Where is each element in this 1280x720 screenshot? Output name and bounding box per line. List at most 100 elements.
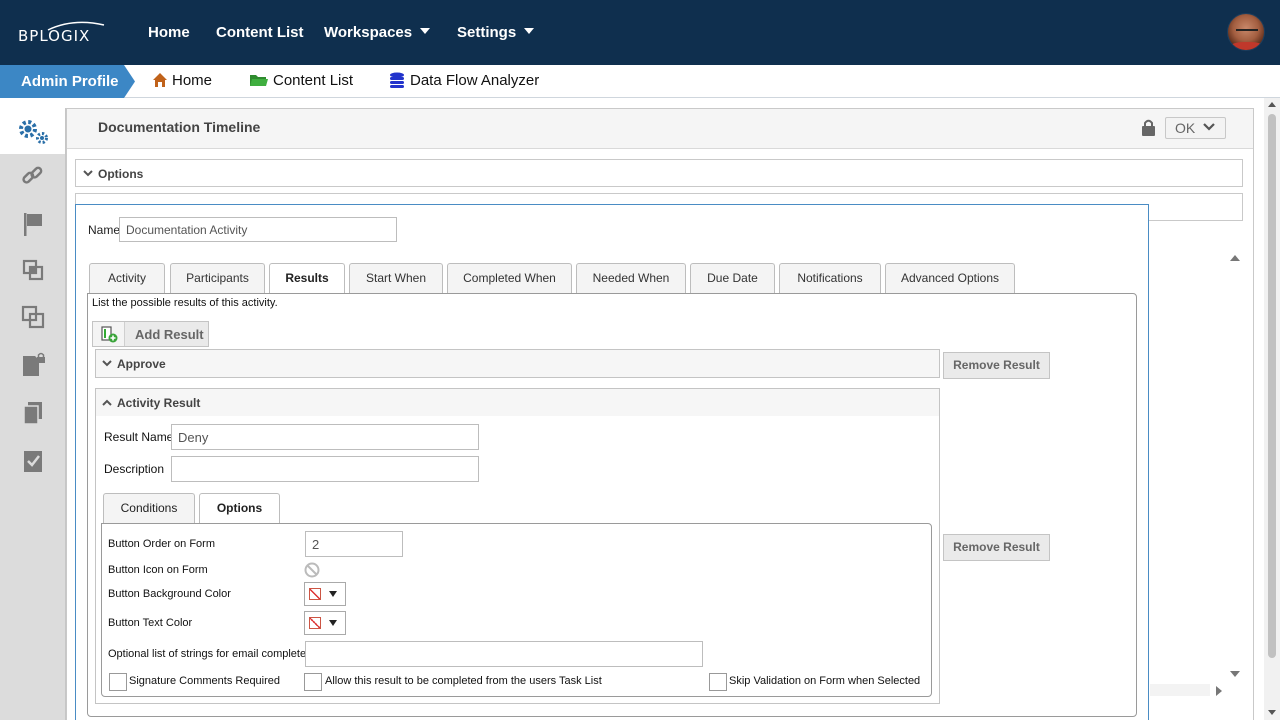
results-hint: List the possible results of this activi… <box>92 297 278 309</box>
result-title: Activity Result <box>117 396 201 410</box>
panel-scroll-down-arrow[interactable] <box>1230 671 1240 677</box>
left-sidebar <box>0 108 66 720</box>
result-options-panel <box>101 523 932 697</box>
sidebar-item-locked-docs[interactable] <box>0 342 65 388</box>
lock-icon[interactable] <box>1141 119 1157 137</box>
user-avatar[interactable] <box>1227 13 1265 51</box>
sidebar-item-tasks[interactable] <box>0 438 65 484</box>
tab-advanced-options[interactable]: Advanced Options <box>885 263 1015 293</box>
tab-start-when[interactable]: Start When <box>349 263 443 293</box>
tab-participants[interactable]: Participants <box>170 263 265 293</box>
gears-icon <box>18 120 48 144</box>
email-strings-input[interactable] <box>305 641 703 667</box>
bg-color-picker[interactable] <box>304 582 346 606</box>
chevron-down-icon <box>83 170 93 177</box>
scroll-down-arrow[interactable] <box>1268 710 1276 715</box>
avatar-shirt <box>1230 42 1264 50</box>
copy-icon <box>22 402 42 425</box>
locked-document-icon <box>22 352 45 376</box>
nav-home[interactable]: Home <box>148 24 190 41</box>
avatar-glasses <box>1236 29 1258 34</box>
no-color-swatch-icon <box>309 617 321 629</box>
nav-settings[interactable]: Settings <box>457 24 535 41</box>
logo-text: BPLOGIX <box>18 27 91 45</box>
remove-result-button-activity-result[interactable]: Remove Result <box>943 534 1050 561</box>
link-icon <box>21 166 42 184</box>
home-icon <box>153 73 167 87</box>
tab-needed-when[interactable]: Needed When <box>576 263 686 293</box>
scrollbar-thumb[interactable] <box>1268 114 1276 658</box>
nested-squares-icon <box>22 259 43 281</box>
ok-button[interactable]: OK <box>1165 117 1226 139</box>
activity-name-input[interactable] <box>119 217 397 242</box>
breadcrumb: Admin Profile Home Content List Data Flo… <box>0 65 1280 98</box>
no-icon-selected-icon[interactable] <box>304 562 320 578</box>
chevron-down-icon <box>102 360 112 367</box>
panel-scroll-right-arrow[interactable] <box>1216 686 1222 696</box>
dropdown-arrow-icon <box>329 591 337 597</box>
signature-comments-checkbox[interactable] <box>109 673 127 691</box>
panel-scroll-up-arrow[interactable] <box>1230 255 1240 261</box>
tab-completed-when[interactable]: Completed When <box>447 263 572 293</box>
description-label: Description <box>104 462 165 476</box>
result-name-label: Result Name <box>104 430 174 444</box>
sidebar-item-subprocess[interactable] <box>0 247 65 293</box>
tab-activity[interactable]: Activity <box>89 263 165 293</box>
crumb-home-label: Home <box>172 72 213 89</box>
crumb-home[interactable]: Home <box>152 72 212 89</box>
crumb-data-flow-analyzer-label: Data Flow Analyzer <box>410 72 540 89</box>
remove-result-button-approve[interactable]: Remove Result <box>943 352 1050 379</box>
panel-horizontal-scrollbar[interactable] <box>1150 684 1210 696</box>
description-input[interactable] <box>171 456 479 482</box>
sidebar-item-milestones[interactable] <box>0 201 65 247</box>
sidebar-item-links[interactable] <box>0 154 65 200</box>
button-order-label: Button Order on Form <box>108 538 215 550</box>
admin-profile-crumb[interactable]: Admin Profile <box>0 65 135 98</box>
allow-task-list-checkbox[interactable] <box>304 673 322 691</box>
bg-color-label: Button Background Color <box>108 588 231 600</box>
signature-comments-label: Signature Comments Required <box>129 675 281 687</box>
options-section[interactable]: Options <box>75 159 1243 187</box>
tab-due-date[interactable]: Due Date <box>690 263 775 293</box>
bplogix-logo[interactable]: BPLOGIX <box>18 20 108 46</box>
skip-validation-label: Skip Validation on Form when Selected <box>729 675 921 687</box>
tab-results[interactable]: Results <box>269 263 345 294</box>
title-bar: Documentation Timeline OK <box>67 109 1253 149</box>
no-color-swatch-icon <box>309 588 321 600</box>
name-label: Name <box>88 223 121 237</box>
add-result-icon-wrap <box>93 322 125 346</box>
button-icon-label: Button Icon on Form <box>108 564 208 576</box>
tab-result-options[interactable]: Options <box>199 493 280 524</box>
result-accordion-approve[interactable]: Approve <box>95 349 940 378</box>
nav-workspaces[interactable]: Workspaces <box>324 24 431 41</box>
ok-button-label: OK <box>1175 120 1196 136</box>
sidebar-item-documents[interactable] <box>0 390 65 436</box>
flag-icon <box>23 213 42 236</box>
page-scrollbar[interactable] <box>1264 98 1280 720</box>
text-color-label: Button Text Color <box>108 617 193 629</box>
nav-content-list[interactable]: Content List <box>216 24 304 41</box>
options-label: Options <box>98 167 144 181</box>
tab-notifications[interactable]: Notifications <box>779 263 881 293</box>
crumb-data-flow-analyzer[interactable]: Data Flow Analyzer <box>388 72 539 89</box>
overlap-squares-icon <box>21 305 44 329</box>
result-title: Approve <box>117 357 166 371</box>
sidebar-item-settings[interactable] <box>0 108 65 154</box>
skip-validation-checkbox[interactable] <box>709 673 727 691</box>
add-result-label: Add Result <box>135 327 204 342</box>
allow-task-list-label: Allow this result to be completed from t… <box>325 675 602 687</box>
scroll-up-arrow[interactable] <box>1268 102 1276 107</box>
page-title: Documentation Timeline <box>98 119 261 135</box>
button-order-input[interactable] <box>305 531 403 557</box>
text-color-picker[interactable] <box>304 611 346 635</box>
sidebar-item-parallel[interactable] <box>0 294 65 340</box>
top-navigation-bar: BPLOGIX Home Content List Workspaces Set… <box>0 0 1280 65</box>
result-accordion-header[interactable]: Activity Result <box>96 389 939 416</box>
chevron-down-icon <box>420 28 431 34</box>
result-name-input[interactable] <box>171 424 479 450</box>
add-result-button[interactable]: Add Result <box>92 321 209 347</box>
result-accordion-header[interactable]: Approve <box>96 350 939 377</box>
tab-conditions[interactable]: Conditions <box>103 493 195 523</box>
crumb-content-list[interactable]: Content List <box>249 72 353 89</box>
add-document-icon <box>100 326 117 343</box>
